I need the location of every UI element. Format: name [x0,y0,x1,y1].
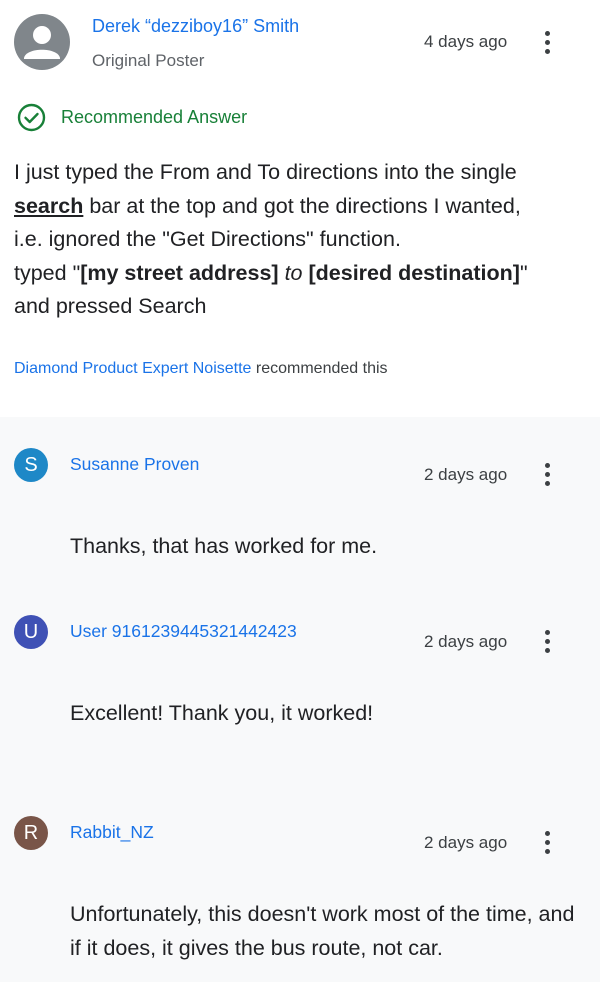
reply-author[interactable]: Rabbit_NZ [70,822,154,843]
recommended-answer-card: Derek “dezziboy16” Smith Original Poster… [0,0,600,417]
replies-section: S Susanne Proven 2 days ago Thanks, that… [0,417,600,982]
reply-timestamp: 2 days ago [424,632,508,651]
reply-timestamp: 2 days ago [424,833,508,852]
author-name[interactable]: Derek “dezziboy16” Smith [92,16,299,37]
reply-text: Thanks, that has worked for me. [70,534,378,558]
more-vert-icon[interactable] [536,27,558,57]
reply-text: Unfortunately, this doesn't work most of… [70,902,575,960]
recommender-link[interactable]: Diamond Product Expert Noisette [14,360,251,377]
reply-timestamp: 2 days ago [424,465,508,484]
answer-line: typed "[my street address] to [desired d… [14,260,528,285]
check-circle-icon [17,103,46,132]
reply-text: Excellent! Thank you, it worked! [70,701,374,725]
reply-author[interactable]: Susanne Proven [70,454,199,475]
author-role: Original Poster [92,51,205,70]
person-avatar-icon[interactable] [14,14,70,70]
answer-line: i.e. ignored the "Get Directions" functi… [14,227,401,251]
answer-line: and pressed Search [14,294,207,318]
post-timestamp: 4 days ago [424,32,508,51]
more-vert-icon[interactable] [536,827,558,857]
avatar[interactable]: U [14,615,48,649]
reply-author[interactable]: User 9161239445321442423 [70,621,297,642]
answer-line: search bar at the top and got the direct… [14,193,521,218]
recommended-answer-badge: Recommended Answer [17,103,247,132]
more-vert-icon[interactable] [536,626,558,656]
recommended-by: Diamond Product Expert Noisette recommen… [14,360,388,377]
avatar[interactable]: S [14,448,48,482]
recommended-answer-label: Recommended Answer [61,107,248,127]
answer-line: I just typed the From and To directions … [14,160,517,184]
avatar[interactable]: R [14,816,48,850]
answer-body: I just typed the From and To directions … [14,156,589,324]
more-vert-icon[interactable] [536,459,558,489]
search-link[interactable]: search [14,194,83,218]
